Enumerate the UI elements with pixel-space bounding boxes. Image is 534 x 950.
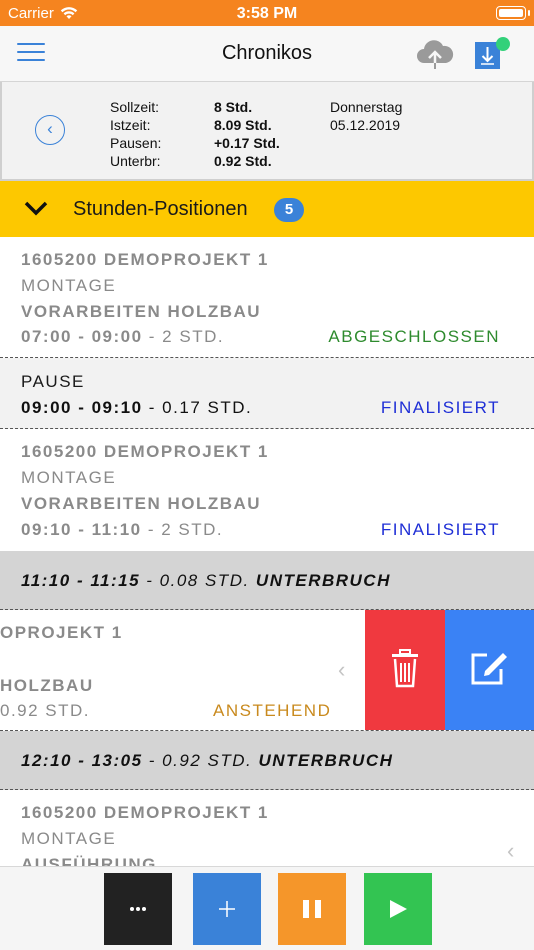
chevron-left-icon: ‹ — [47, 119, 53, 138]
more-button[interactable] — [104, 873, 172, 945]
category: MONTAGE — [21, 468, 117, 487]
list-item[interactable]: 1605200 DEMOPROJEKT 1 MONTAGE VORARBEITE… — [0, 237, 534, 358]
previous-day-button[interactable]: ‹ — [35, 115, 65, 145]
entry-type: UNTERBRUCH — [258, 751, 394, 770]
status-label: FINALISIERT — [380, 520, 500, 539]
interrupt-line: 11:10 - 11:15 - 0.08 STD. UNTERBRUCH — [21, 571, 391, 591]
list-item[interactable]: 1605200 DEMOPROJEKT 1 MONTAGE VORARBEITE… — [0, 429, 534, 551]
chevron-left-icon: ‹ — [507, 838, 516, 863]
bottom-toolbar — [0, 866, 534, 950]
trash-icon — [392, 649, 418, 688]
status-label: FINALISIERT — [380, 398, 500, 417]
list-item[interactable]: 12:10 - 13:05 - 0.92 STD. UNTERBRUCH — [0, 731, 534, 790]
list-item[interactable]: 11:10 - 11:15 - 0.08 STD. UNTERBRUCH — [0, 551, 534, 610]
list-item[interactable]: PAUSE 09:00 - 09:10 - 0.17 STD. FINALISI… — [0, 358, 534, 429]
task: VORARBEITEN HOLZBAU — [21, 494, 262, 513]
carrier-info: Carrier — [8, 5, 78, 22]
unterbr-value: 0.92 Std. — [214, 153, 272, 169]
swiped-list-item[interactable]: OPROJEKT 1 HOLZBAU 0.92 STD. ANSTEHEND ‹ — [0, 610, 534, 731]
status-bar: Carrier 3:58 PM — [0, 0, 534, 26]
istzeit-value: 8.09 Std. — [214, 117, 272, 133]
play-button[interactable] — [364, 873, 432, 945]
chevron-left-icon: ‹ — [338, 657, 347, 682]
delete-button[interactable] — [365, 610, 445, 730]
time-line: 09:10 - 11:10 - 2 STD. — [21, 520, 223, 540]
istzeit-label: Istzeit: — [110, 117, 151, 133]
pausen-label: Pausen: — [110, 135, 162, 151]
category: MONTAGE — [21, 829, 117, 848]
download-icon — [475, 37, 510, 69]
chevron-down-icon — [24, 201, 48, 216]
section-header[interactable]: Stunden-Positionen 5 — [0, 181, 534, 237]
weekday: Donnerstag — [330, 99, 403, 115]
carrier-label: Carrier — [8, 5, 54, 22]
project-name: 1605200 DEMOPROJEKT 1 — [21, 803, 269, 822]
project-name: OPROJEKT 1 — [0, 623, 123, 642]
play-icon — [390, 900, 407, 918]
date-display: Donnerstag 05.12.2019 — [330, 98, 402, 134]
battery-icon — [496, 6, 530, 20]
summary-values: 8 Std. 8.09 Std. +0.17 Std. 0.92 Std. — [214, 98, 280, 170]
entry-type: UNTERBRUCH — [255, 571, 391, 590]
add-button[interactable] — [193, 873, 261, 945]
edit-button[interactable] — [445, 610, 534, 730]
section-title: Stunden-Positionen — [73, 198, 248, 220]
wifi-icon — [60, 7, 78, 19]
duration: - 2 STD. — [142, 327, 225, 346]
sollzeit-label: Sollzeit: — [110, 99, 160, 115]
duration: 0.92 STD. — [0, 701, 91, 720]
download-button[interactable] — [472, 36, 514, 72]
task: HOLZBAU — [0, 676, 94, 695]
count-badge: 5 — [274, 198, 304, 222]
clock: 3:58 PM — [236, 5, 298, 22]
menu-button[interactable] — [17, 43, 45, 63]
list-item[interactable]: 1605200 DEMOPROJEKT 1 MONTAGE AUSFÜHRUNG… — [0, 790, 534, 866]
pause-button[interactable] — [278, 873, 346, 945]
duration: - 0.17 STD. — [142, 398, 253, 417]
duration: - 0.08 STD. — [140, 571, 256, 590]
edit-icon — [471, 653, 507, 685]
interrupt-line: 12:10 - 13:05 - 0.92 STD. UNTERBRUCH — [21, 751, 393, 771]
more-icon — [130, 907, 146, 911]
duration: - 0.92 STD. — [142, 751, 259, 770]
project-name: 1605200 DEMOPROJEKT 1 — [21, 250, 269, 269]
duration: - 2 STD. — [141, 520, 224, 539]
category: MONTAGE — [21, 276, 117, 295]
task: AUSFÜHRUNG — [21, 855, 157, 866]
status-label: ANSTEHEND — [213, 701, 332, 720]
status-label: ABGESCHLOSSEN — [328, 327, 500, 346]
unterbr-label: Unterbr: — [110, 153, 161, 169]
cloud-upload-button[interactable] — [414, 36, 456, 72]
menu-icon — [17, 43, 45, 61]
time-range: 09:10 - 11:10 — [21, 520, 142, 539]
time-line: 07:00 - 09:00 - 2 STD. — [21, 327, 224, 347]
app-screen: Carrier 3:58 PM Chronikos ‹ Sollzeit: Is… — [0, 0, 534, 950]
time-range: 11:10 - 11:15 — [21, 571, 141, 590]
entries-list[interactable]: 1605200 DEMOPROJEKT 1 MONTAGE VORARBEITE… — [0, 237, 534, 866]
time-range: 09:00 - 09:10 — [21, 398, 143, 417]
cloud-upload-icon — [417, 40, 454, 69]
navigation-bar: Chronikos — [0, 26, 534, 82]
time-range: 12:10 - 13:05 — [21, 751, 143, 770]
time-range: 07:00 - 09:00 — [21, 327, 143, 346]
summary-labels: Sollzeit: Istzeit: Pausen: Unterbr: — [110, 98, 161, 170]
pause-icon — [303, 900, 321, 918]
task: VORARBEITEN HOLZBAU — [21, 302, 262, 321]
date: 05.12.2019 — [330, 117, 401, 133]
sollzeit-value: 8 Std. — [214, 99, 253, 115]
project-name: 1605200 DEMOPROJEKT 1 — [21, 442, 269, 461]
day-summary-panel: ‹ Sollzeit: Istzeit: Pausen: Unterbr: 8 … — [0, 82, 534, 181]
time-line: 09:00 - 09:10 - 0.17 STD. — [21, 398, 252, 418]
pausen-value: +0.17 Std. — [214, 135, 280, 151]
pause-label: PAUSE — [21, 372, 85, 391]
add-icon — [219, 901, 235, 917]
